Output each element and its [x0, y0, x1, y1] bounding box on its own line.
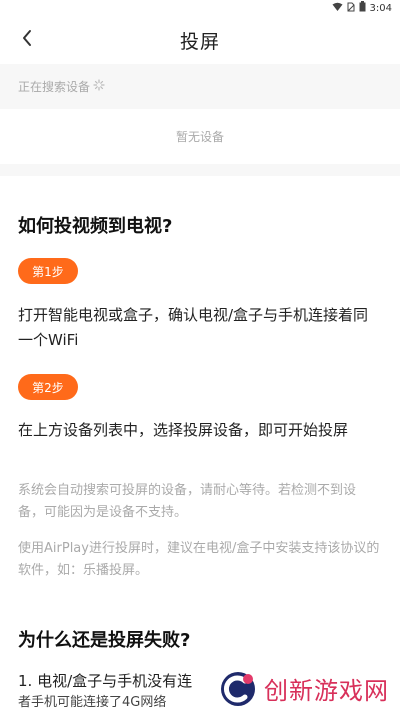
- watermark: 创新游戏网: [214, 666, 400, 711]
- nav-bar: 投屏: [0, 16, 400, 64]
- watermark-logo-icon: [218, 669, 258, 709]
- empty-device-text: 暂无设备: [175, 130, 224, 144]
- search-status-row: 正在搜索设备: [0, 64, 400, 109]
- guide-title: 如何投视频到电视?: [18, 216, 173, 237]
- chevron-left-icon: [21, 29, 33, 51]
- step-2-text: 在上方设备列表中，选择投屏设备，即可开始投屏: [18, 421, 349, 439]
- status-bar: 3:04: [0, 0, 400, 16]
- step-2-badge: 第2步: [18, 374, 78, 400]
- battery-icon: [359, 1, 366, 15]
- step-1-badge: 第1步: [18, 258, 78, 284]
- note-auto-search: 系统会自动搜索可投屏的设备，请耐心等待。若检测不到设备，可能因为是设备不支持。: [18, 483, 357, 520]
- no-sim-icon: [347, 2, 355, 15]
- search-status-text: 正在搜索设备: [18, 80, 91, 94]
- device-list-empty: 暂无设备: [0, 109, 400, 164]
- step-1-text: 打开智能电视或盒子，确认电视/盒子与手机连接着同一个WiFi: [18, 306, 369, 349]
- status-time: 3:04: [369, 2, 392, 14]
- watermark-text: 创新游戏网: [264, 677, 389, 705]
- note-airplay: 使用AirPlay进行投屏时，建议在电视/盒子中安装支持该协议的软件，如：乐播投…: [18, 541, 380, 578]
- section-divider: [0, 164, 400, 176]
- failure-title: 为什么还是投屏失败?: [18, 630, 191, 651]
- page-title: 投屏: [179, 30, 220, 53]
- loading-spinner-icon: [93, 79, 105, 94]
- back-button[interactable]: [14, 26, 40, 54]
- wifi-icon: [332, 2, 343, 15]
